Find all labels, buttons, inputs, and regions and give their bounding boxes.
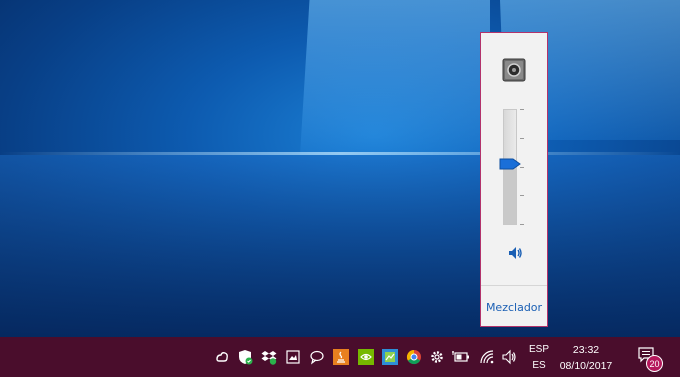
battery-icon[interactable] (452, 348, 470, 366)
taskbar: ESP ES 23:32 08/10/2017 20 (0, 337, 680, 377)
volume-icon[interactable] (500, 348, 518, 366)
clock-date: 08/10/2017 (559, 360, 613, 372)
light-beam (0, 152, 680, 155)
volume-tick (520, 224, 524, 225)
creative-cloud-icon[interactable] (213, 348, 231, 366)
desktop-floor-glow (0, 155, 680, 337)
keyboard-layout: ES (532, 360, 546, 371)
speaker-volume-icon[interactable] (507, 245, 523, 261)
clock[interactable]: 23:32 08/10/2017 (556, 342, 616, 374)
settings-gear-icon[interactable] (428, 348, 446, 366)
clock-time: 23:32 (572, 344, 600, 356)
desktop-background (0, 0, 680, 337)
chat-bubble-icon[interactable] (308, 348, 326, 366)
app-icon[interactable] (381, 348, 399, 366)
volume-slider-thumb[interactable] (499, 155, 521, 170)
notification-count-badge: 20 (646, 355, 663, 372)
java-icon[interactable] (332, 348, 350, 366)
flyout-divider (481, 285, 547, 286)
input-language-indicator[interactable]: ESP ES (524, 342, 554, 374)
wifi-icon[interactable] (478, 348, 496, 366)
volume-tick (520, 137, 524, 139)
image-app-icon[interactable] (284, 348, 302, 366)
volume-flyout: Mezclador (480, 32, 548, 327)
chrome-icon[interactable] (405, 348, 423, 366)
window-pane-left (300, 0, 490, 155)
action-center-button[interactable]: 20 (634, 345, 664, 372)
volume-tick (520, 195, 524, 197)
nvidia-icon[interactable] (357, 348, 375, 366)
windows-defender-icon[interactable] (236, 348, 254, 366)
language-code: ESP (528, 344, 549, 355)
volume-tick (520, 109, 524, 110)
mixer-link[interactable]: Mezclador (481, 301, 547, 314)
dropbox-icon[interactable] (260, 348, 278, 366)
speaker-device-icon[interactable] (501, 57, 527, 83)
